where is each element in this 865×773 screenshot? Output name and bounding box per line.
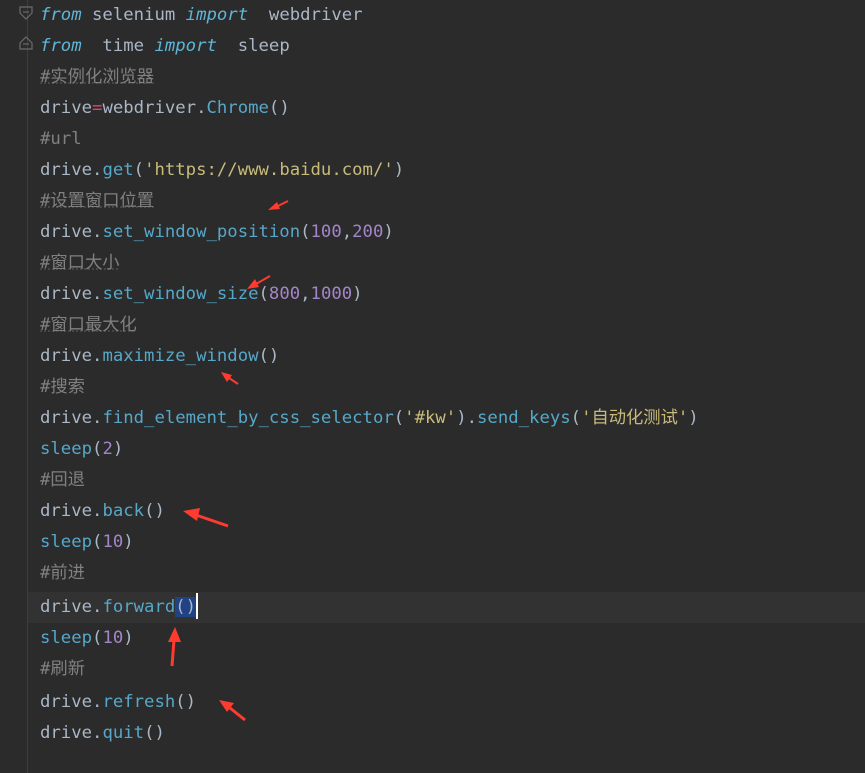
red-arrow-icon <box>221 372 239 385</box>
red-arrow-icon <box>247 275 271 289</box>
red-arrow-icon <box>168 627 181 667</box>
red-arrow-icon <box>183 508 229 528</box>
annotation-arrows <box>168 200 289 722</box>
red-arrow-icon <box>219 700 246 722</box>
red-arrow-icon <box>268 200 289 210</box>
